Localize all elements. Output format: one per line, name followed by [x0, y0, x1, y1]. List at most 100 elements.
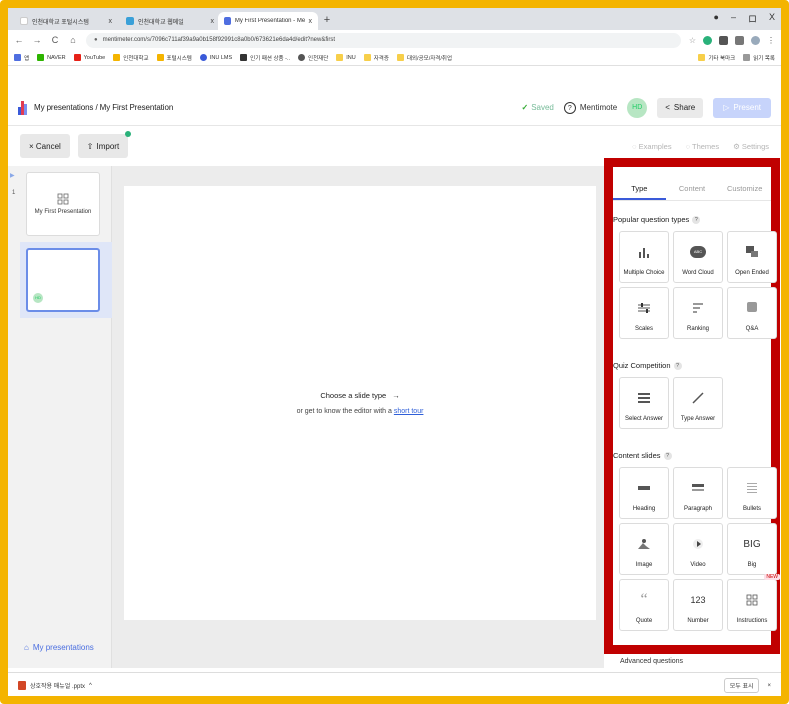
close-icon[interactable]: x: [309, 18, 313, 25]
tab-type[interactable]: Type: [613, 177, 666, 200]
cancel-button[interactable]: × Cancel: [20, 134, 70, 158]
instructions-icon: [57, 193, 69, 205]
minimize-button[interactable]: –: [731, 12, 736, 25]
share-button[interactable]: < Share: [657, 97, 704, 118]
bookmark-item[interactable]: INU: [336, 54, 356, 61]
bookmark-label: 인기 패션 상품 -..: [250, 55, 291, 62]
bookmark-item[interactable]: 대외/공모/자격/취업: [396, 54, 452, 62]
video-card[interactable]: Video: [673, 523, 723, 575]
short-tour-link[interactable]: short tour: [394, 408, 424, 415]
page-icon: [156, 54, 164, 61]
present-button[interactable]: ▷ Present: [713, 97, 771, 118]
reload-icon[interactable]: C: [50, 35, 60, 45]
bullets-card[interactable]: Bullets: [727, 467, 777, 519]
profile-avatar-icon[interactable]: [751, 35, 760, 45]
chevron-up-icon[interactable]: ^: [89, 683, 92, 689]
saved-status: ✓ Saved: [521, 103, 553, 112]
slide-list: ▶ 1 My First Presentation HD ⌂ My presen…: [8, 166, 112, 668]
menu-icon[interactable]: ⋮: [767, 36, 775, 45]
puzzle-icon[interactable]: [735, 35, 744, 45]
browser-tab[interactable]: 인천대학교 포털시스템 x: [14, 12, 118, 30]
bookmark-label: 기타 북마크: [708, 55, 736, 62]
settings-button[interactable]: ⚙ Settings: [733, 142, 769, 151]
mentimeter-logo-icon[interactable]: [18, 100, 28, 115]
heading-card[interactable]: Heading: [619, 467, 669, 519]
back-icon[interactable]: ←: [14, 35, 24, 45]
maximize-button[interactable]: ロ: [748, 12, 757, 25]
avatar[interactable]: HD: [627, 97, 648, 118]
bookmark-item[interactable]: 자격증: [363, 54, 389, 62]
tab-customize[interactable]: Customize: [718, 177, 771, 200]
big-card[interactable]: BIG Big: [727, 523, 777, 575]
card-label: Video: [690, 562, 706, 568]
type-answer-card[interactable]: Type Answer: [673, 377, 723, 429]
import-label: Import: [96, 141, 120, 151]
bookmark-item[interactable]: YouTube: [73, 54, 105, 61]
home-icon[interactable]: ⌂: [68, 35, 78, 45]
close-icon[interactable]: ×: [767, 683, 771, 689]
import-button[interactable]: ⇧ Import: [77, 131, 132, 158]
collapse-icon[interactable]: ▶: [10, 172, 15, 179]
word-cloud-card[interactable]: ABC Word Cloud: [673, 231, 723, 283]
quote-card[interactable]: “ Quote: [619, 579, 669, 631]
open-ended-card[interactable]: Open Ended: [727, 231, 777, 283]
close-window-button[interactable]: X: [769, 12, 775, 25]
select-answer-card[interactable]: Select Answer: [619, 377, 669, 429]
extension-icon[interactable]: [703, 35, 712, 45]
reading-list[interactable]: 읽기 목록: [743, 54, 775, 62]
slide-canvas[interactable]: Choose a slide type → or get to know the …: [124, 186, 596, 620]
breadcrumb[interactable]: My presentations / My First Presentation: [34, 103, 173, 112]
card-label: Q&A: [745, 326, 759, 332]
toolbar-right: ◌ Examples ◌ Themes ⚙ Settings: [632, 142, 769, 151]
downloads-right: 모두 표시 ×: [723, 678, 771, 693]
help-icon[interactable]: ?: [673, 361, 682, 370]
url-text: mentimeter.com/s/7096c711af39a9a0b158f92…: [102, 37, 336, 43]
examples-label: Examples: [638, 141, 672, 151]
bookmark-item[interactable]: INU LMS: [199, 54, 232, 61]
multiple-choice-card[interactable]: Multiple Choice: [619, 231, 669, 283]
download-item[interactable]: 상호작용 매뉴얼 .pptx ^: [18, 681, 92, 690]
url-bar[interactable]: ● mentimeter.com/s/7096c711af39a9a0b158f…: [86, 32, 681, 48]
bookmark-item[interactable]: 인기 패션 상품 -..: [240, 54, 290, 62]
card-label: Heading: [632, 506, 656, 512]
big-text-icon: BIG: [743, 538, 761, 550]
qa-card[interactable]: Q&A: [727, 287, 777, 339]
avatar: HD: [33, 293, 43, 303]
ranking-card[interactable]: Ranking: [673, 287, 723, 339]
new-tab-button[interactable]: +: [320, 13, 334, 27]
profile-icon[interactable]: ●: [714, 12, 719, 25]
forward-icon[interactable]: →: [32, 35, 42, 45]
extension-icon[interactable]: [719, 35, 728, 45]
other-bookmarks[interactable]: 기타 북마크: [698, 54, 735, 62]
card-label: Number: [687, 618, 709, 624]
close-icon[interactable]: x: [211, 18, 215, 25]
bookmark-item[interactable]: 인천대학교: [113, 54, 149, 62]
examples-button[interactable]: ◌ Examples: [632, 142, 671, 151]
scales-card[interactable]: Scales: [619, 287, 669, 339]
show-all-button[interactable]: 모두 표시: [723, 678, 760, 693]
star-icon[interactable]: ☆: [689, 36, 696, 45]
instructions-card[interactable]: NEW Instructions: [727, 574, 780, 631]
my-presentations-link[interactable]: ⌂ My presentations: [24, 643, 94, 652]
image-card[interactable]: Image: [619, 523, 669, 575]
advanced-questions-heading: Advanced questions: [620, 658, 684, 665]
bookmark-item[interactable]: 인천재단: [298, 54, 328, 62]
browser-tab-active[interactable]: My First Presentation - Mentim x: [218, 12, 318, 30]
page-icon: [199, 54, 207, 61]
close-icon[interactable]: x: [109, 18, 113, 25]
tab-content[interactable]: Content: [666, 177, 719, 200]
bookmark-item[interactable]: 앱: [14, 54, 29, 62]
help-icon[interactable]: ?: [692, 215, 701, 224]
mentimote-button[interactable]: ? Mentimote: [563, 101, 617, 114]
bookmark-item[interactable]: NAVER: [37, 54, 66, 61]
browser-tab[interactable]: 인천대학교 웹메일 x: [120, 12, 220, 30]
slide-thumbnail-selected[interactable]: HD: [26, 248, 100, 312]
help-icon[interactable]: ?: [663, 451, 672, 460]
number-card[interactable]: 123 Number: [673, 579, 723, 631]
themes-button[interactable]: ◌ Themes: [686, 142, 720, 151]
slide-thumbnail[interactable]: My First Presentation: [26, 172, 100, 236]
slide-thumbnail-title: My First Presentation: [34, 209, 92, 215]
card-label: Bullets: [742, 506, 761, 512]
paragraph-card[interactable]: Paragraph: [673, 467, 723, 519]
bookmark-item[interactable]: 포털시스템: [156, 54, 192, 62]
